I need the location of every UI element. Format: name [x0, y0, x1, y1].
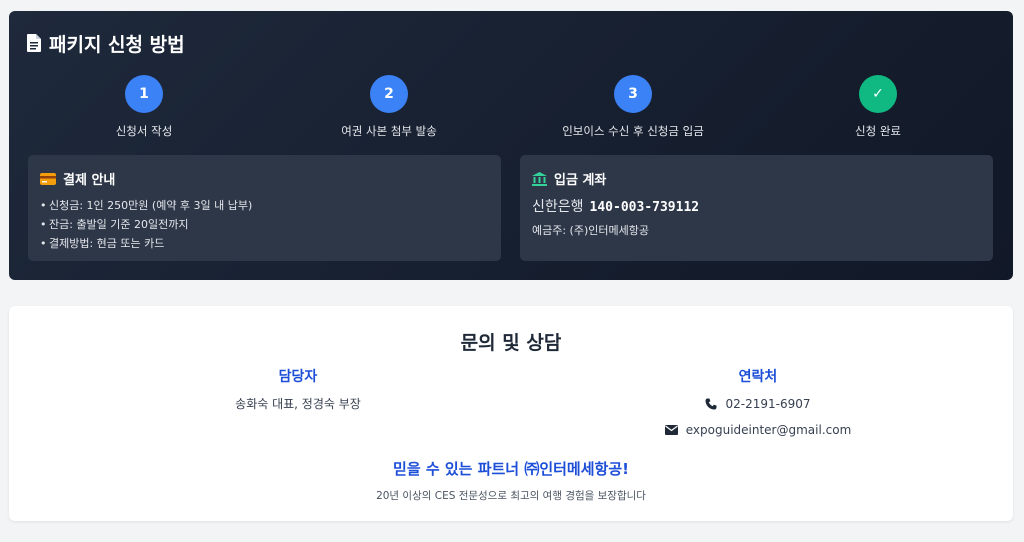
credit-card-icon	[40, 172, 56, 185]
payment-info-box: 결제 안내 신청금: 1인 250만원 (예약 후 3일 내 납부) 잔금: 출…	[28, 155, 501, 261]
step-1-number: 1	[125, 75, 163, 113]
account-title-text: 입금 계좌	[554, 173, 607, 188]
phone-line[interactable]: 02-2191-6907	[608, 396, 908, 412]
process-title: 패키지 신청 방법	[27, 31, 185, 56]
step-4: ✓ 신청 완료	[768, 75, 988, 139]
step-1-label: 신청서 작성	[115, 124, 173, 138]
step-4-label: 신청 완료	[855, 124, 901, 138]
phone-number: 02-2191-6907	[725, 397, 811, 411]
step-3: 3 인보이스 수신 후 신청금 입금	[523, 75, 743, 139]
payment-title-text: 결제 안내	[63, 173, 116, 188]
manager-heading: 담당자	[278, 369, 318, 385]
payment-list: 신청금: 1인 250만원 (예약 후 3일 내 납부) 잔금: 출발일 기준 …	[40, 196, 489, 253]
document-icon	[27, 34, 41, 52]
contact-panel: 문의 및 상담 담당자 송화숙 대표, 정경숙 부장 연락처 02-2191-6…	[9, 306, 1013, 521]
manager-column: 담당자 송화숙 대표, 정경숙 부장	[148, 366, 448, 412]
application-process-panel: 패키지 신청 방법 1 신청서 작성 2 여권 사본 첨부 발송 3 인보이스 …	[9, 11, 1013, 280]
step-3-number: 3	[614, 75, 652, 113]
contact-title: 문의 및 상담	[460, 332, 562, 354]
bank-line: 신한은행 140-003-739112	[532, 196, 981, 216]
account-holder: 예금주: (주)인터메세항공	[532, 224, 649, 237]
bank-account-box: 입금 계좌 신한은행 140-003-739112 예금주: (주)인터메세항공	[520, 155, 993, 261]
step-2-number: 2	[370, 75, 408, 113]
check-icon: ✓	[859, 75, 897, 113]
bank-name: 신한은행	[532, 199, 584, 215]
payment-title: 결제 안내	[40, 169, 489, 188]
manager-names: 송화숙 대표, 정경숙 부장	[235, 397, 361, 411]
slogan: 믿을 수 있는 파트너 ㈜인터메세항공!	[393, 460, 629, 478]
bank-icon	[532, 171, 547, 186]
step-2-label: 여권 사본 첨부 발송	[341, 124, 437, 138]
account-title: 입금 계좌	[532, 169, 981, 188]
account-number[interactable]: 140-003-739112	[590, 200, 700, 215]
contact-heading: 연락처	[738, 369, 778, 385]
step-1: 1 신청서 작성	[34, 75, 254, 139]
slogan-subtext: 20년 이상의 CES 전문성으로 최고의 여행 경험을 보장합니다	[376, 490, 646, 502]
payment-item-deposit: 신청금: 1인 250만원 (예약 후 3일 내 납부)	[40, 196, 489, 215]
process-steps: 1 신청서 작성 2 여권 사본 첨부 발송 3 인보이스 수신 후 신청금 입…	[9, 75, 1013, 139]
step-2: 2 여권 사본 첨부 발송	[279, 75, 499, 139]
process-title-text: 패키지 신청 방법	[49, 33, 185, 56]
step-3-label: 인보이스 수신 후 신청금 입금	[562, 124, 704, 138]
envelope-icon	[664, 425, 678, 435]
phone-icon	[705, 398, 717, 410]
email-address: expoguideinter@gmail.com	[685, 423, 852, 437]
payment-item-balance: 잔금: 출발일 기준 20일전까지	[40, 215, 489, 234]
contact-column: 연락처 02-2191-6907 expoguideinter@gmail.co…	[608, 366, 908, 448]
email-line[interactable]: expoguideinter@gmail.com	[608, 422, 908, 438]
payment-item-method: 결제방법: 현금 또는 카드	[40, 234, 489, 253]
